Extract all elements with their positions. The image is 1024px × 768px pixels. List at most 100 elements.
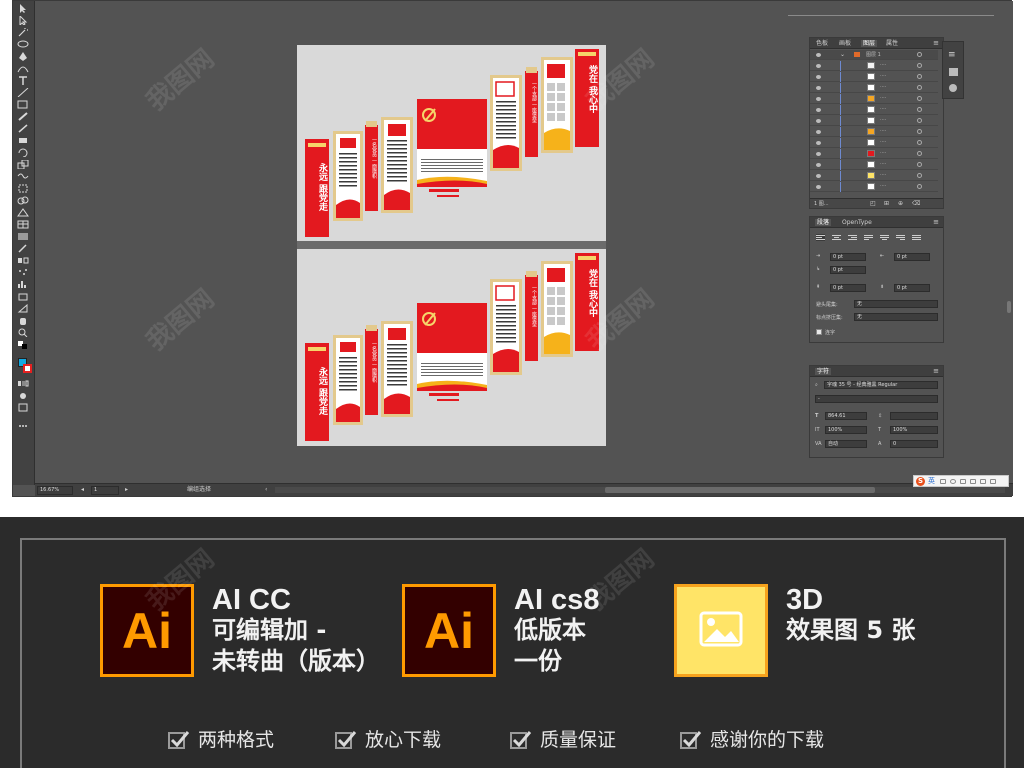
selection-tool-icon[interactable] bbox=[17, 4, 29, 13]
sublayer-name[interactable]: ···· bbox=[880, 106, 886, 112]
scale-tool-icon[interactable] bbox=[17, 160, 29, 169]
magic-wand-tool-icon[interactable] bbox=[17, 28, 29, 37]
free-transform-tool-icon[interactable] bbox=[17, 184, 29, 193]
sublayer-name[interactable]: ···· bbox=[880, 84, 886, 90]
prev-artboard-icon[interactable]: ◂ bbox=[81, 484, 84, 496]
font-size-field[interactable]: 864.61 bbox=[825, 412, 867, 420]
party-culture-wall-design[interactable] bbox=[297, 249, 606, 445]
justify-center-icon[interactable] bbox=[880, 234, 889, 241]
sublayer-name[interactable]: ···· bbox=[880, 161, 886, 167]
screen-mode-icon[interactable] bbox=[17, 403, 29, 412]
sublayer-name[interactable]: ···· bbox=[880, 128, 886, 134]
visibility-eye-icon[interactable] bbox=[816, 152, 821, 156]
sublayer-name[interactable]: ···· bbox=[880, 62, 886, 68]
scroll-thumb[interactable] bbox=[605, 487, 875, 493]
libraries-icon[interactable]: ≡ bbox=[948, 50, 956, 60]
sogou-logo-icon[interactable]: S bbox=[916, 477, 925, 486]
target-circle-icon[interactable] bbox=[917, 162, 922, 167]
rectangle-tool-icon[interactable] bbox=[17, 100, 29, 109]
target-circle-icon[interactable] bbox=[917, 173, 922, 178]
mesh-tool-icon[interactable] bbox=[17, 220, 29, 229]
gradient-tool-icon[interactable] bbox=[17, 232, 29, 241]
artboard-2[interactable]: 永远 跟党走 党在 我心中 一名党员 一面旗帜 一个支部 一座堡垒 bbox=[297, 249, 606, 446]
hand-tool-icon[interactable] bbox=[17, 316, 29, 325]
visibility-eye-icon[interactable] bbox=[816, 119, 821, 123]
visibility-eye-icon[interactable] bbox=[816, 53, 821, 57]
baseline-shift-field[interactable]: 0 bbox=[890, 440, 938, 448]
status-arrow-icon[interactable]: ‹ bbox=[265, 484, 267, 496]
pen-tool-icon[interactable] bbox=[17, 52, 29, 61]
symbol-sprayer-tool-icon[interactable] bbox=[17, 268, 29, 277]
sublayer-row[interactable]: ···· bbox=[810, 83, 938, 93]
ime-skin-icon[interactable] bbox=[980, 479, 986, 484]
rotate-tool-icon[interactable] bbox=[17, 148, 29, 157]
curvature-tool-icon[interactable] bbox=[17, 64, 29, 73]
justify-left-icon[interactable] bbox=[864, 234, 873, 241]
sublayer-row[interactable]: ···· bbox=[810, 94, 938, 104]
line-tool-icon[interactable] bbox=[17, 88, 29, 97]
leading-field[interactable] bbox=[890, 412, 938, 420]
visibility-eye-icon[interactable] bbox=[816, 141, 821, 145]
new-layer-icon[interactable]: ⊕ bbox=[898, 200, 903, 207]
eyedropper-tool-icon[interactable] bbox=[17, 244, 29, 253]
eraser-tool-icon[interactable] bbox=[17, 136, 29, 145]
first-line-indent-field[interactable]: 0 pt bbox=[830, 266, 866, 274]
visibility-eye-icon[interactable] bbox=[816, 86, 821, 90]
blend-tool-icon[interactable] bbox=[17, 256, 29, 265]
draw-mode-icon[interactable] bbox=[17, 391, 29, 400]
panel-menu-icon[interactable]: ≡ bbox=[933, 39, 939, 47]
tab-opentype[interactable]: OpenType bbox=[842, 219, 872, 226]
artboard-tool-icon[interactable] bbox=[17, 292, 29, 301]
shape-builder-tool-icon[interactable] bbox=[17, 196, 29, 205]
sublayer-name[interactable]: ···· bbox=[880, 95, 886, 101]
party-culture-wall-design[interactable] bbox=[297, 45, 606, 241]
stroke-color-swatch[interactable] bbox=[23, 364, 32, 373]
new-sublayer-icon[interactable]: ⊞ bbox=[884, 200, 889, 207]
justify-right-icon[interactable] bbox=[896, 234, 905, 241]
tab-paragraph[interactable]: 段落 bbox=[815, 219, 832, 226]
more-tools-icon[interactable] bbox=[17, 421, 29, 430]
type-tool-icon[interactable] bbox=[17, 76, 29, 85]
sublayer-row[interactable]: ···· bbox=[810, 105, 938, 115]
ime-language[interactable]: 英 bbox=[928, 476, 935, 487]
target-circle-icon[interactable] bbox=[917, 140, 922, 145]
target-circle-icon[interactable] bbox=[917, 96, 922, 101]
delete-layer-icon[interactable]: ⌫ bbox=[912, 200, 920, 207]
vertical-scrollbar[interactable] bbox=[1007, 301, 1011, 313]
space-after-field[interactable]: 0 pt bbox=[894, 284, 930, 292]
column-graph-tool-icon[interactable] bbox=[17, 280, 29, 289]
pencil-tool-icon[interactable] bbox=[17, 124, 29, 133]
target-circle-icon[interactable] bbox=[917, 63, 922, 68]
direct-selection-tool-icon[interactable] bbox=[17, 16, 29, 25]
ime-emoji-icon[interactable] bbox=[950, 479, 956, 484]
sublayer-row[interactable]: ···· bbox=[810, 171, 938, 181]
sublayer-row[interactable]: ···· bbox=[810, 72, 938, 82]
warp-tool-icon[interactable] bbox=[17, 172, 29, 181]
slice-tool-icon[interactable] bbox=[17, 304, 29, 313]
kerning-field[interactable]: 自动 bbox=[825, 440, 867, 448]
horizontal-scale-field[interactable]: 100% bbox=[890, 426, 938, 434]
panel-menu-icon[interactable]: ≡ bbox=[933, 367, 939, 375]
justify-all-icon[interactable] bbox=[912, 234, 921, 241]
sublayer-name[interactable]: ···· bbox=[880, 183, 886, 189]
tab-properties[interactable]: 属性 bbox=[886, 40, 898, 47]
swatches-icon[interactable] bbox=[949, 68, 958, 76]
visibility-eye-icon[interactable] bbox=[816, 174, 821, 178]
ime-punctuation-icon[interactable] bbox=[940, 479, 946, 484]
default-colors-icon[interactable] bbox=[17, 340, 29, 349]
sublayer-row[interactable]: ···· bbox=[810, 160, 938, 170]
space-before-field[interactable]: 0 pt bbox=[830, 284, 866, 292]
visibility-eye-icon[interactable] bbox=[816, 97, 821, 101]
layer-name[interactable]: 图层 1 bbox=[866, 51, 881, 58]
tab-swatches[interactable]: 色板 bbox=[816, 40, 828, 47]
target-circle-icon[interactable] bbox=[917, 74, 922, 79]
chevron-down-icon[interactable]: ⌄ bbox=[840, 51, 845, 58]
layer-row-top[interactable]: ⌄ 图层 1 bbox=[810, 50, 938, 60]
visibility-eye-icon[interactable] bbox=[816, 108, 821, 112]
align-left-icon[interactable] bbox=[816, 234, 825, 241]
lasso-tool-icon[interactable] bbox=[17, 40, 29, 49]
mojikumi-select[interactable]: 无 bbox=[854, 313, 938, 321]
zoom-field[interactable]: 16.67% bbox=[37, 486, 73, 495]
ime-toolbox-icon[interactable] bbox=[990, 479, 996, 484]
tab-character[interactable]: 字符 bbox=[815, 368, 832, 375]
